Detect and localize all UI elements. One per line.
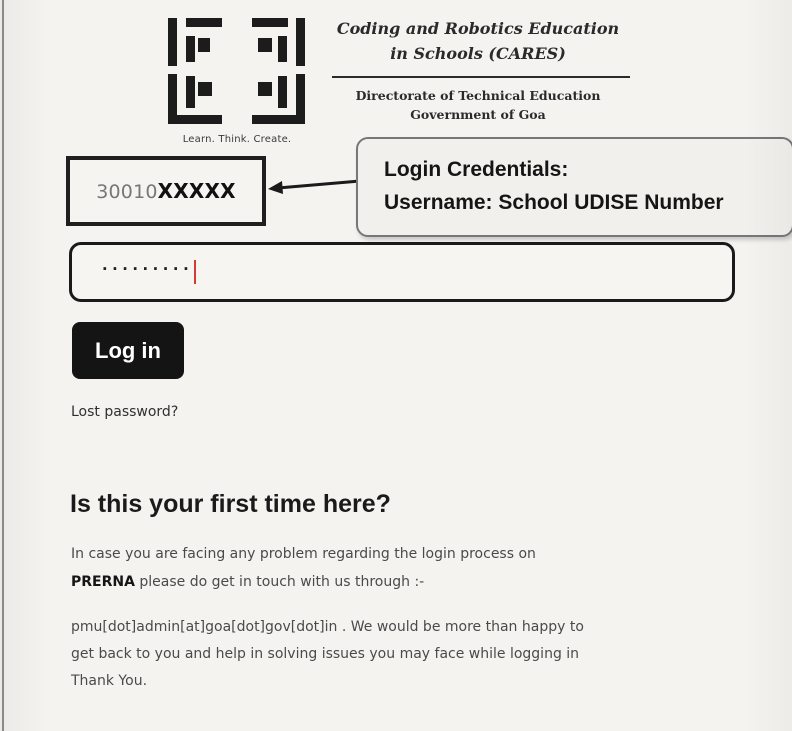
username-value: 30010XXXXX	[96, 179, 236, 203]
callout-title: Login Credentials:	[384, 158, 569, 181]
first-time-heading: Is this your first time here?	[70, 490, 391, 518]
header-divider	[332, 76, 630, 78]
pointer-arrow-icon	[268, 179, 361, 194]
program-title: Coding and Robotics Education in Schools…	[318, 16, 638, 66]
password-value: ·········	[100, 258, 192, 278]
help-line2: PRERNA please do get in touch with us th…	[71, 568, 751, 596]
login-button[interactable]: Log in	[72, 322, 184, 379]
lost-password-link[interactable]: Lost password?	[71, 404, 178, 420]
department-name: Directorate of Technical Education Gover…	[318, 86, 638, 124]
contact-line2: get back to you and help in solving issu…	[71, 646, 580, 662]
help-paragraph: In case you are facing any problem regar…	[71, 540, 751, 596]
text-caret	[194, 260, 197, 284]
help-line2-rest: please do get in touch with us through :…	[134, 574, 425, 590]
thank-you-line: Thank You.	[71, 673, 148, 689]
contact-paragraph: pmu[dot]admin[at]goa[dot]gov[dot]in . We…	[71, 614, 751, 695]
login-page: Learn. Think. Create. Coding and Robotic…	[0, 0, 792, 731]
username-field[interactable]: 30010XXXXX	[66, 156, 266, 226]
department-line2: Government of Goa	[410, 107, 546, 122]
program-title-line1: Coding and Robotics Education	[336, 19, 620, 38]
username-mask: XXXXX	[157, 179, 236, 203]
password-field[interactable]: ·········	[69, 242, 735, 302]
page-edge-line	[2, 0, 4, 731]
contact-email-line: pmu[dot]admin[at]goa[dot]gov[dot]in . We…	[71, 619, 584, 635]
department-line1: Directorate of Technical Education	[355, 88, 601, 103]
credentials-callout: Login Credentials: Username: School UDIS…	[356, 137, 792, 237]
prerna-brand: PRERNA	[71, 574, 135, 590]
program-title-line2: in Schools (CARES)	[390, 44, 566, 63]
callout-username-hint: Username: School UDISE Number	[384, 191, 724, 214]
cares-logo: Learn. Think. Create.	[166, 14, 308, 146]
logo-tagline: Learn. Think. Create.	[182, 134, 292, 145]
qr-logo-icon	[168, 18, 305, 124]
username-prefix: 30010	[96, 181, 158, 203]
help-line1: In case you are facing any problem regar…	[71, 546, 536, 562]
